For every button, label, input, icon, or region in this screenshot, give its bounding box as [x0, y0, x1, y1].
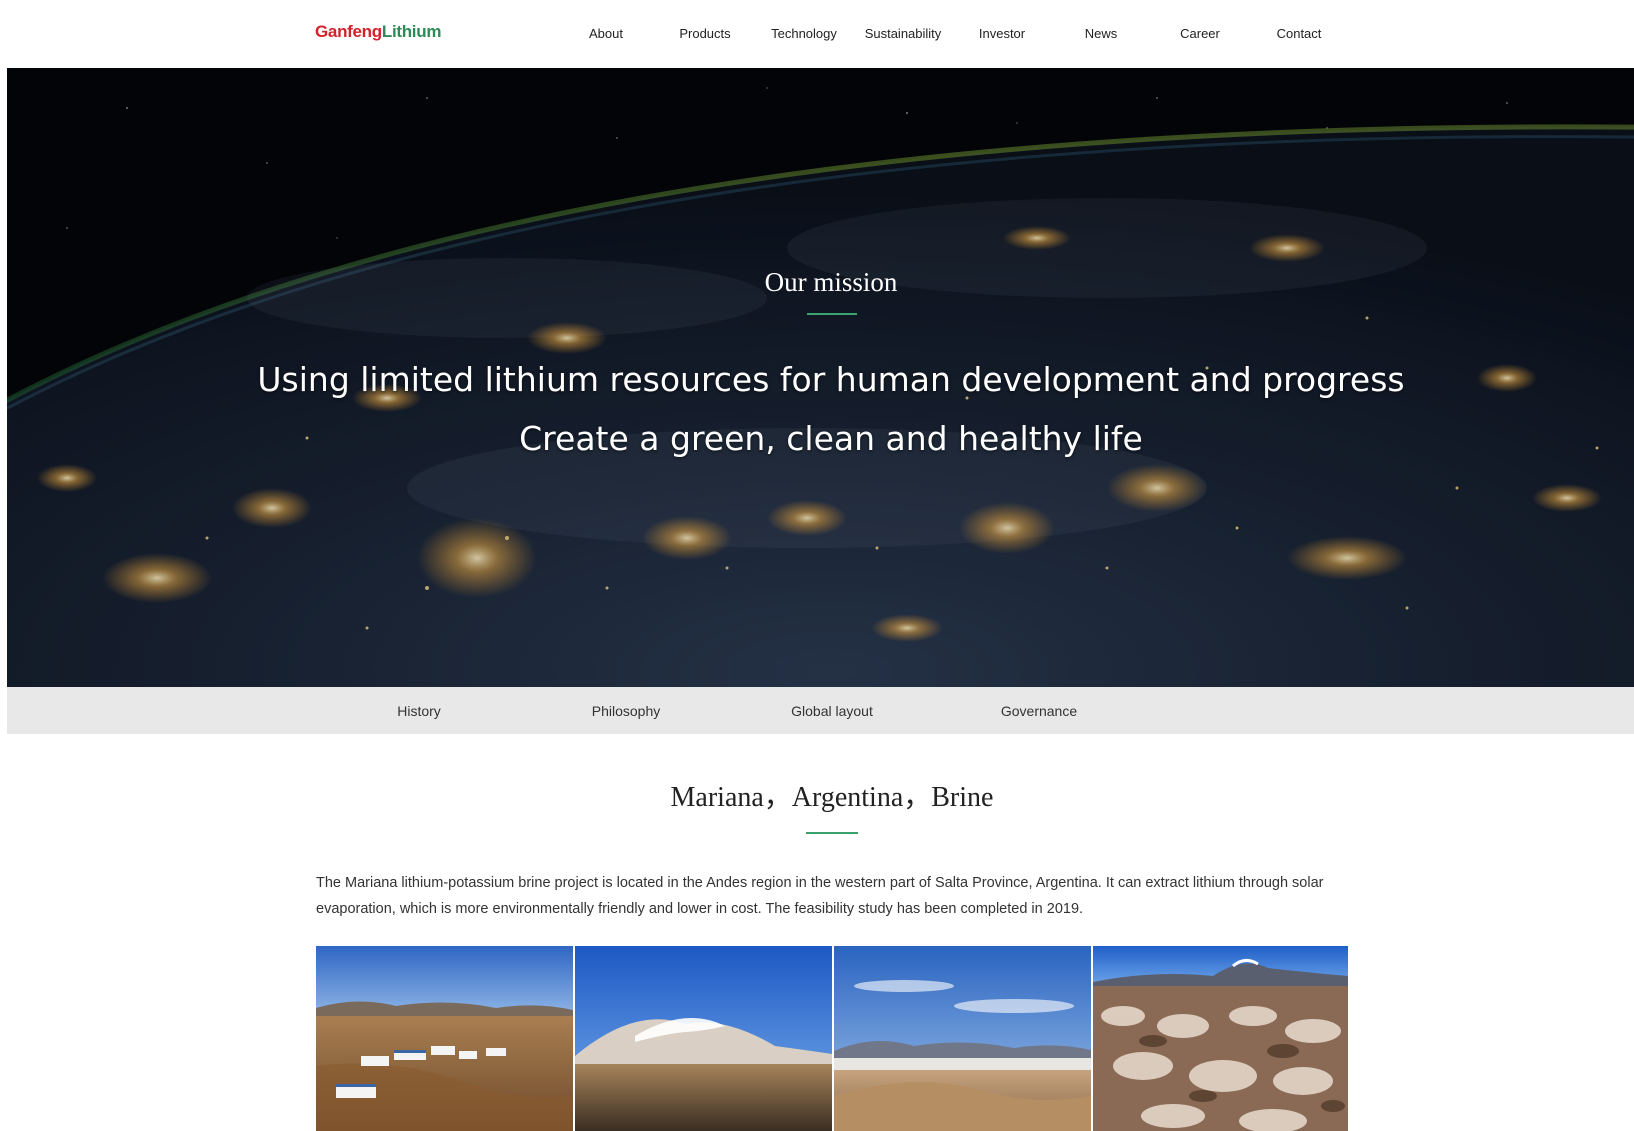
nav-products[interactable]: Products: [660, 24, 750, 44]
nav-contact[interactable]: Contact: [1254, 24, 1344, 44]
gallery-photo-volcano[interactable]: [575, 946, 832, 1131]
gallery-photo-camp[interactable]: [316, 946, 573, 1131]
mission-statement-line-2: Create a green, clean and healthy life: [519, 419, 1143, 458]
subnav-philosophy[interactable]: Philosophy: [546, 701, 706, 721]
section-title-underline: [806, 832, 858, 834]
mission-title-underline: [807, 313, 857, 315]
section-title: Mariana，Argentina，Brine: [670, 782, 994, 813]
logo-text-ganfeng: Ganfeng: [315, 22, 382, 41]
nav-technology[interactable]: Technology: [759, 24, 849, 44]
ganfeng-lithium-logo[interactable]: GanfengLithium: [315, 20, 441, 44]
about-subnav: History Philosophy Global layout Governa…: [7, 687, 1634, 734]
mission-statement-line-1: Using limited lithium resources for huma…: [257, 360, 1405, 399]
nav-career[interactable]: Career: [1155, 24, 1245, 44]
nav-news[interactable]: News: [1056, 24, 1146, 44]
gallery-photo-dunes[interactable]: [834, 946, 1091, 1131]
section-description: The Mariana lithium-potassium brine proj…: [316, 875, 1324, 917]
logo-text-lithium: Lithium: [381, 22, 442, 41]
left-edge-strip: [0, 0, 7, 1131]
mission-title: Our mission: [764, 267, 898, 297]
subnav-global-layout[interactable]: Global layout: [752, 701, 912, 721]
page: GanfengLithium About Products Technology…: [0, 0, 1634, 1131]
nav-sustainability[interactable]: Sustainability: [858, 24, 948, 44]
nav-investor[interactable]: Investor: [957, 24, 1047, 44]
gallery-photo-salt-crust[interactable]: [1093, 946, 1348, 1131]
photo-gallery: [316, 946, 1350, 1131]
subnav-governance[interactable]: Governance: [959, 701, 1119, 721]
subnav-history[interactable]: History: [339, 701, 499, 721]
hero-banner: Our mission Using limited lithium resour…: [7, 68, 1634, 687]
nav-about[interactable]: About: [561, 24, 651, 44]
site-header: GanfengLithium About Products Technology…: [0, 0, 1634, 68]
